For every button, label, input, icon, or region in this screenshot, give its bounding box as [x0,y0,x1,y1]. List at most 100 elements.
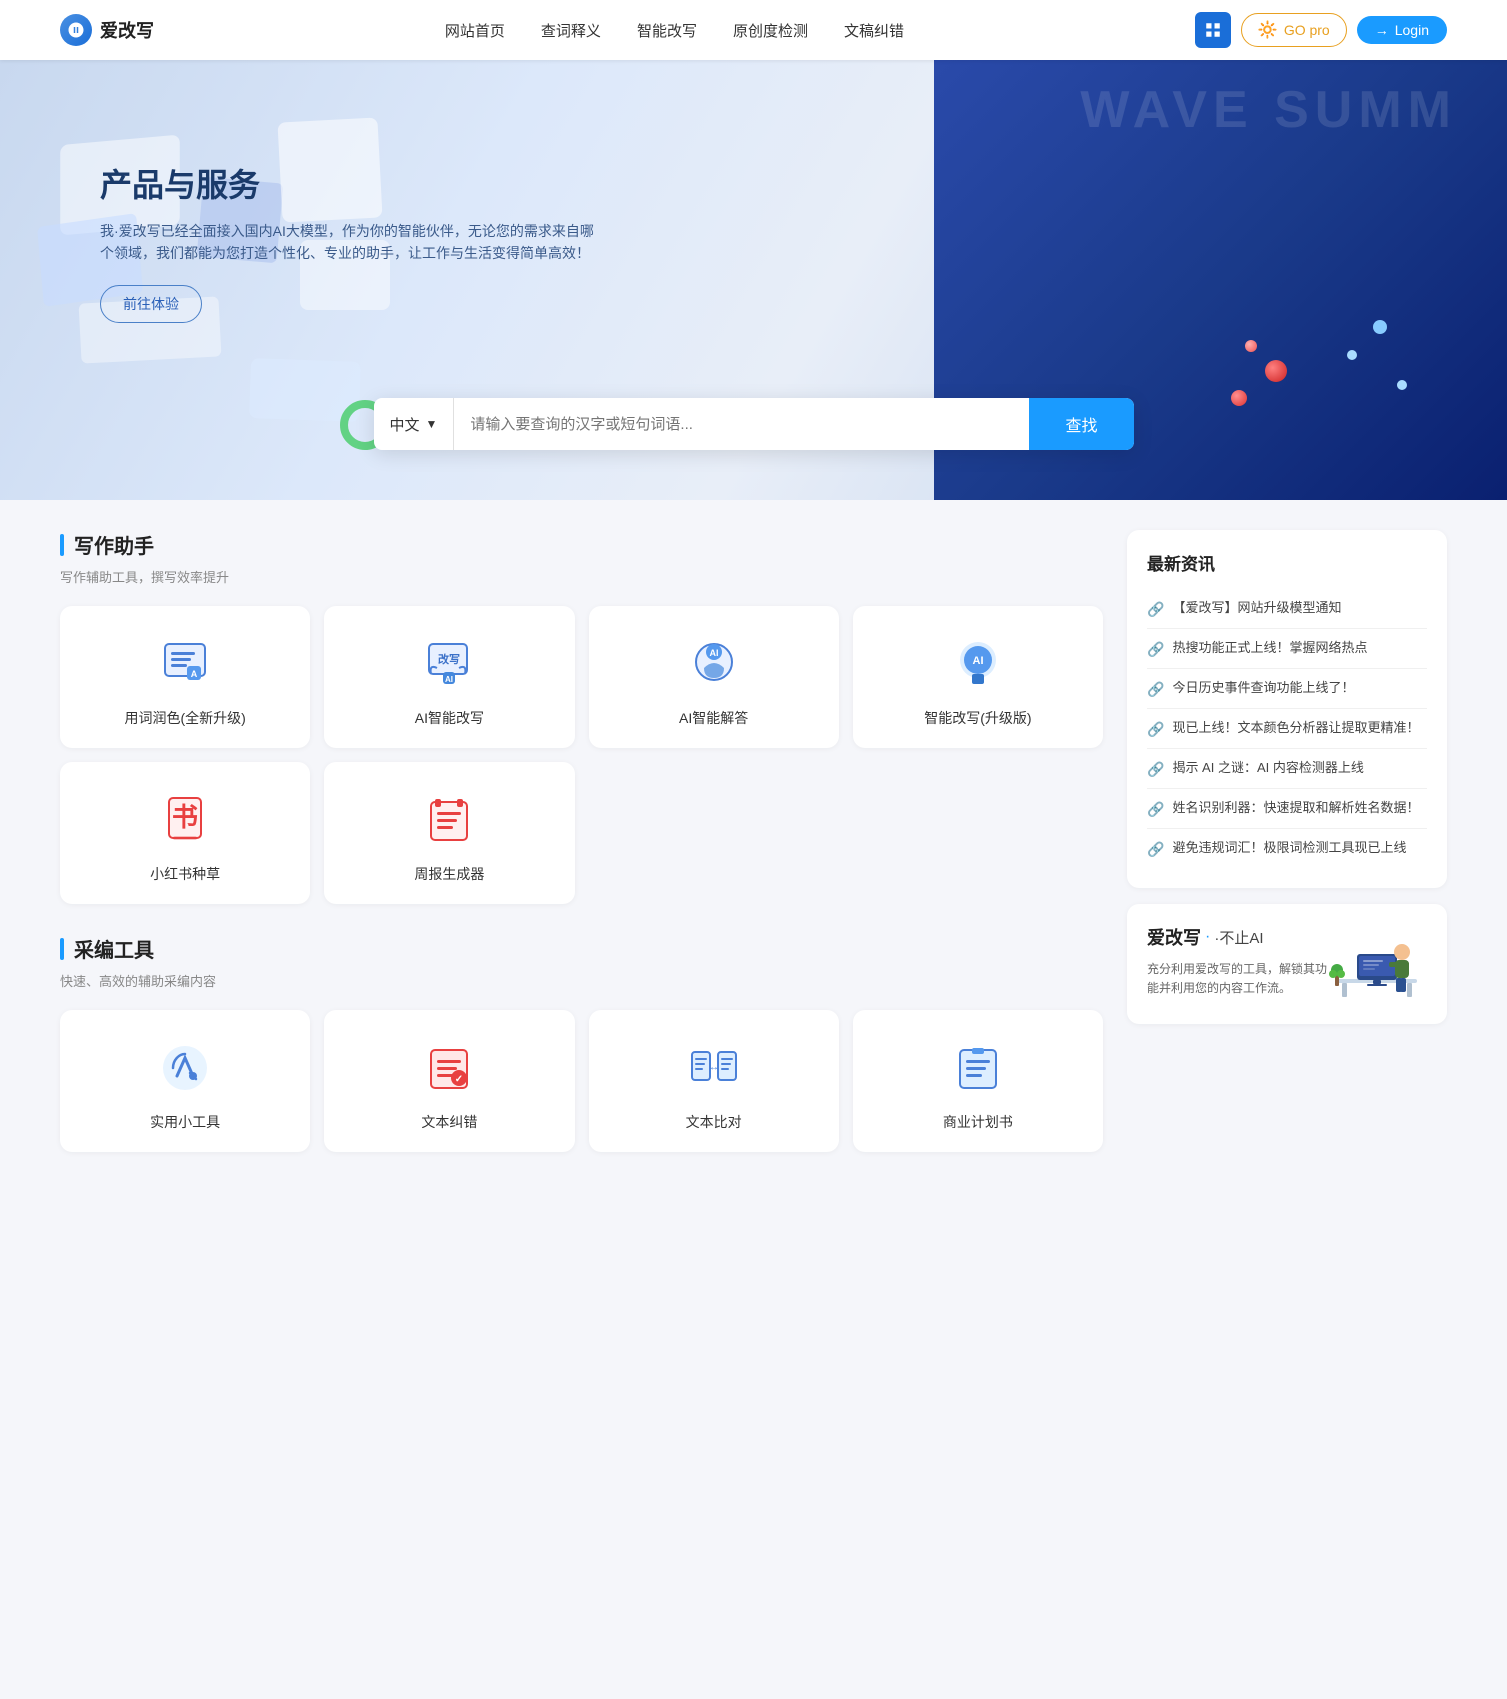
tool-word-polish-name: 用词润色(全新升级) [124,708,245,728]
writing-tool-grid: A 用词润色(全新升级) 改写 [60,606,1103,904]
news-text-6: 避免违规词汇！极限词检测工具现已上线 [1172,839,1406,857]
news-item-3[interactable]: 🔗 现已上线！文本颜色分析器让提取更精准！ [1147,709,1427,749]
writing-section: 写作助手 写作辅助工具，撰写效率提升 A [60,530,1103,904]
smart-rewrite-icon: AI [948,634,1008,694]
news-item-4[interactable]: 🔗 揭示 AI 之谜：AI 内容检测器上线 [1147,749,1427,789]
search-bar: 中文 ▼ 查找 [374,398,1134,450]
svg-text:改写: 改写 [438,652,460,666]
tool-small-tools[interactable]: 实用小工具 [60,1010,310,1152]
chevron-down-icon: ▼ [426,417,438,431]
search-input[interactable] [454,398,1029,450]
nav-original[interactable]: 原创度检测 [733,20,808,41]
tool-text-compare[interactable]: ↔ 文本比对 [589,1010,839,1152]
editing-subtitle: 快速、高效的辅助采编内容 [60,971,1103,990]
tool-word-polish[interactable]: A 用词润色(全新升级) [60,606,310,748]
svg-text:AI: AI [709,648,718,658]
svg-text:↔: ↔ [709,1062,719,1073]
editing-section-title: 采编工具 [60,934,1103,963]
gopro-icon: 🔆 [1258,20,1278,40]
title-bar-accent [60,534,64,556]
link-icon-3: 🔗 [1147,721,1164,738]
news-item-6[interactable]: 🔗 避免违规词汇！极限词检测工具现已上线 [1147,829,1427,868]
hero-section: WAVE SUMM 产品与服务 我·爱改写已经全面接入国内AI大模型，作为你的智… [0,60,1507,500]
promo-illustration [1327,924,1427,1004]
tool-ai-answer[interactable]: AI AI智能解答 [589,606,839,748]
gopro-label: GO pro [1284,22,1330,38]
nav-actions: 🔆 GO pro → Login [1195,12,1447,48]
hero-title: 产品与服务 [100,160,600,206]
news-item-1[interactable]: 🔗 热搜功能正式上线！掌握网络热点 [1147,629,1427,669]
editing-title-text: 采编工具 [74,934,154,963]
search-button[interactable]: 查找 [1029,398,1133,450]
link-icon-1: 🔗 [1147,641,1164,658]
news-panel-title: 最新资讯 [1147,550,1427,575]
hero-content: 产品与服务 我·爱改写已经全面接入国内AI大模型，作为你的智能伙伴，无论您的需求… [100,160,600,323]
nav-home[interactable]: 网站首页 [445,20,505,41]
tool-weekly-report[interactable]: 周报生成器 [324,762,574,904]
tool-business-plan[interactable]: 商业计划书 [853,1010,1103,1152]
svg-text:AI: AI [445,675,453,684]
svg-text:✓: ✓ [455,1074,463,1085]
promo-desc: 充分利用爱改写的工具，解锁其功能并利用您的内容工作流。 [1147,960,1327,998]
logo-text: 爱改写 [100,17,154,43]
tool-text-correct-name: 文本纠错 [421,1112,477,1132]
news-text-4: 揭示 AI 之谜：AI 内容检测器上线 [1172,759,1363,777]
title-bar-accent-2 [60,938,64,960]
logo[interactable]: 爱改写 [60,14,154,46]
nav-proofread[interactable]: 文稿纠错 [844,20,904,41]
hero-experience-button[interactable]: 前往体验 [100,285,202,323]
tool-text-correct[interactable]: ✓ 文本纠错 [324,1010,574,1152]
news-text-3: 现已上线！文本颜色分析器让提取更精准！ [1172,719,1419,737]
editing-tool-grid: 实用小工具 ✓ 文本 [60,1010,1103,1152]
svg-text:AI: AI [972,655,983,667]
navbar: 爱改写 网站首页 查词释义 智能改写 原创度检测 文稿纠错 🔆 GO pro →… [0,0,1507,60]
text-compare-icon: ↔ [684,1038,744,1098]
login-icon: → [1375,22,1389,38]
promo-title: 爱改写 [1147,924,1201,950]
news-item-2[interactable]: 🔗 今日历史事件查询功能上线了！ [1147,669,1427,709]
news-panel: 最新资讯 🔗 【爱改写】网站升级模型通知 🔗 热搜功能正式上线！掌握网络热点 🔗… [1127,530,1447,888]
login-label: Login [1395,22,1429,38]
tool-ai-rewrite[interactable]: 改写 AI AI智能改写 [324,606,574,748]
text-correct-icon: ✓ [419,1038,479,1098]
link-icon-0: 🔗 [1147,601,1164,618]
business-plan-icon [948,1038,1008,1098]
ai-rewrite-icon: 改写 AI [419,634,479,694]
weekly-report-icon [419,790,479,850]
tool-ai-answer-name: AI智能解答 [679,708,748,728]
writing-title-text: 写作助手 [74,530,154,559]
search-lang-selector[interactable]: 中文 ▼ [374,398,455,450]
tool-small-tools-name: 实用小工具 [150,1112,220,1132]
login-button[interactable]: → Login [1357,16,1447,44]
logo-icon [60,14,92,46]
nav-rewrite[interactable]: 智能改写 [637,20,697,41]
main-layout: 写作助手 写作辅助工具，撰写效率提升 A [0,500,1507,1212]
nav-dict[interactable]: 查词释义 [541,20,601,41]
promo-title-suffix: ·不止AI [1214,927,1263,948]
tool-smart-rewrite[interactable]: AI 智能改写(升级版) [853,606,1103,748]
tool-weekly-report-name: 周报生成器 [414,864,484,884]
news-text-1: 热搜功能正式上线！掌握网络热点 [1172,639,1367,657]
writing-subtitle: 写作辅助工具，撰写效率提升 [60,567,1103,586]
news-item-5[interactable]: 🔗 姓名识别利器：快速提取和解析姓名数据！ [1147,789,1427,829]
redbook-icon: 书 [155,790,215,850]
gopro-button[interactable]: 🔆 GO pro [1241,13,1347,47]
hero-wave-text: WAVE SUMM [1080,80,1457,140]
news-item-0[interactable]: 🔗 【爱改写】网站升级模型通知 [1147,589,1427,629]
tool-redbook-name: 小红书种草 [150,864,220,884]
svg-text:书: 书 [172,802,198,832]
word-polish-icon: A [155,634,215,694]
news-text-0: 【爱改写】网站升级模型通知 [1172,599,1341,617]
news-text-5: 姓名识别利器：快速提取和解析姓名数据！ [1172,799,1419,817]
main-right: 最新资讯 🔗 【爱改写】网站升级模型通知 🔗 热搜功能正式上线！掌握网络热点 🔗… [1127,530,1447,1182]
link-icon-5: 🔗 [1147,801,1164,818]
ai-answer-icon: AI [684,634,744,694]
grid-button[interactable] [1195,12,1231,48]
nav-links: 网站首页 查词释义 智能改写 原创度检测 文稿纠错 [445,20,904,41]
small-tools-icon [155,1038,215,1098]
tool-business-plan-name: 商业计划书 [943,1112,1013,1132]
svg-text:A: A [191,669,198,679]
link-icon-2: 🔗 [1147,681,1164,698]
hero-desc: 我·爱改写已经全面接入国内AI大模型，作为你的智能伙伴，无论您的需求来自哪个领域… [100,220,600,265]
tool-redbook[interactable]: 书 小红书种草 [60,762,310,904]
